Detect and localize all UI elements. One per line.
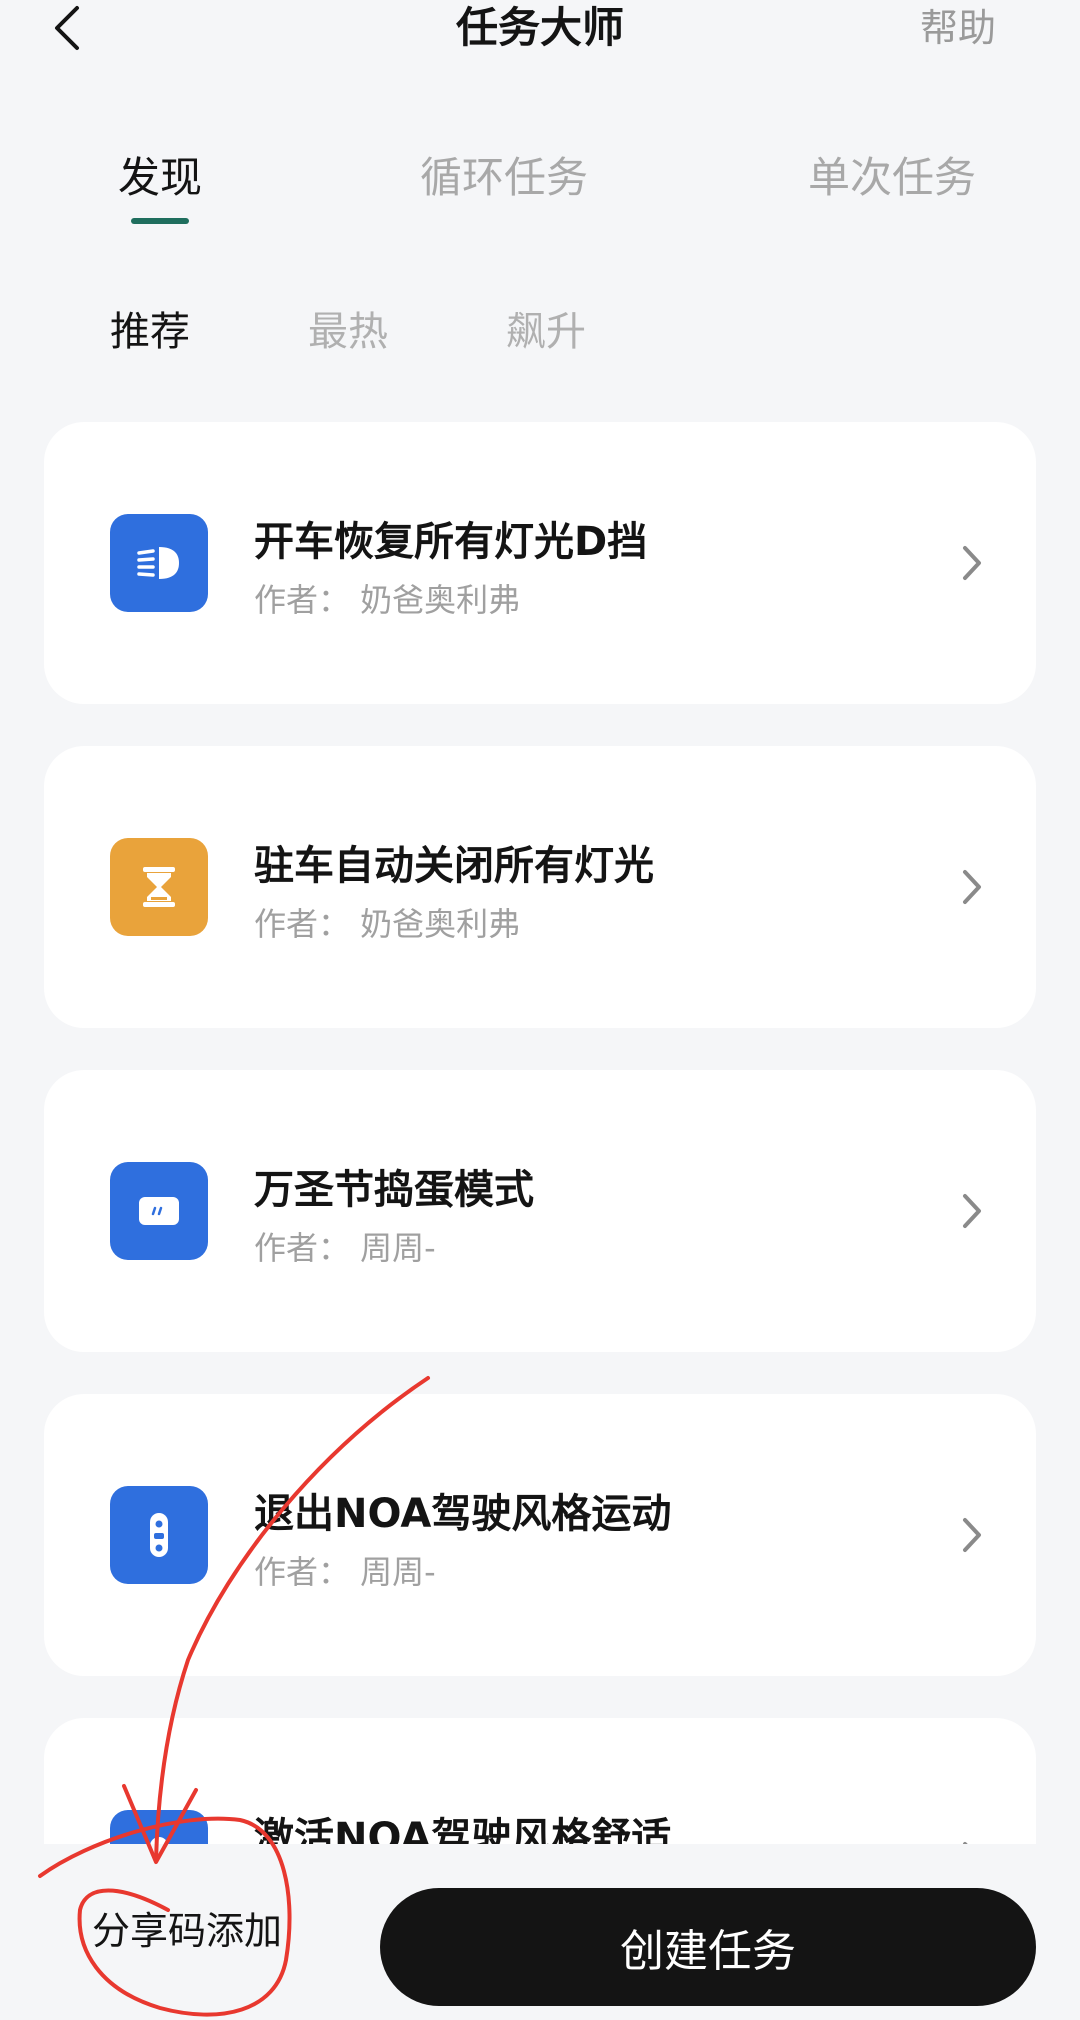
- task-card[interactable]: 万圣节捣蛋模式 作者： 周周-: [44, 1070, 1036, 1352]
- share-code-add-button[interactable]: 分享码添加: [92, 1904, 282, 1958]
- task-card[interactable]: 开车恢复所有灯光D挡 作者： 奶爸奥利弗: [44, 422, 1036, 704]
- chevron-right-icon: [963, 870, 981, 904]
- task-card[interactable]: 退出NOA驾驶风格运动 作者： 周周-: [44, 1394, 1036, 1676]
- tab-label: 发现: [118, 153, 203, 202]
- task-author: 作者： 周周-: [254, 1553, 436, 1591]
- message-bubble-icon: [110, 1162, 208, 1260]
- task-card[interactable]: 激活NOA驾驶风格舒适: [44, 1718, 1036, 1844]
- task-title: 驻车自动关闭所有灯光: [254, 843, 654, 889]
- active-tab-indicator: [131, 218, 189, 224]
- task-title: 万圣节捣蛋模式: [254, 1167, 534, 1213]
- create-task-label: 创建任务: [620, 1926, 796, 1977]
- tab-recurring-tasks[interactable]: 循环任务: [420, 148, 588, 208]
- chevron-right-icon: [963, 546, 981, 580]
- subtab-rising[interactable]: 飙升: [506, 302, 586, 362]
- task-title: 开车恢复所有灯光D挡: [254, 519, 648, 565]
- headlight-icon: [110, 514, 208, 612]
- page-title: 任务大师: [455, 3, 624, 52]
- sub-tab-bar: 推荐 最热 飙升: [0, 302, 1080, 362]
- tab-one-time-tasks[interactable]: 单次任务: [808, 148, 976, 208]
- car-key-icon: [110, 1810, 208, 1844]
- tab-label: 循环任务: [420, 153, 589, 202]
- main-tab-bar: 发现 循环任务 单次任务: [0, 148, 1080, 228]
- hourglass-icon: [110, 838, 208, 936]
- subtab-hottest[interactable]: 最热: [308, 302, 388, 362]
- task-author: 作者： 周周-: [254, 1229, 436, 1267]
- tab-discover[interactable]: 发现: [118, 148, 203, 224]
- bottom-action-bar: 分享码添加 创建任务: [0, 1844, 1080, 2020]
- help-button[interactable]: 帮助: [920, 0, 996, 56]
- task-author: 作者： 奶爸奥利弗: [254, 581, 521, 619]
- task-title: 退出NOA驾驶风格运动: [254, 1491, 672, 1537]
- subtab-recommended[interactable]: 推荐: [110, 302, 190, 362]
- task-author: 作者： 奶爸奥利弗: [254, 905, 521, 943]
- task-title: 激活NOA驾驶风格舒适: [254, 1815, 672, 1844]
- tab-label: 单次任务: [808, 153, 977, 202]
- create-task-button[interactable]: 创建任务: [380, 1888, 1036, 2006]
- chevron-right-icon: [963, 1518, 981, 1552]
- task-list[interactable]: 开车恢复所有灯光D挡 作者： 奶爸奥利弗 驻车自动关闭所有灯光 作者： 奶爸奥利…: [44, 422, 1036, 1844]
- task-master-screen: 任务大师 帮助 发现 循环任务 单次任务 推荐 最热 飙升 开车恢复所有灯光D挡…: [0, 0, 1080, 2020]
- task-card[interactable]: 驻车自动关闭所有灯光 作者： 奶爸奥利弗: [44, 746, 1036, 1028]
- car-key-icon: [110, 1486, 208, 1584]
- top-bar: 任务大师 帮助: [0, 0, 1080, 60]
- chevron-right-icon: [963, 1194, 981, 1228]
